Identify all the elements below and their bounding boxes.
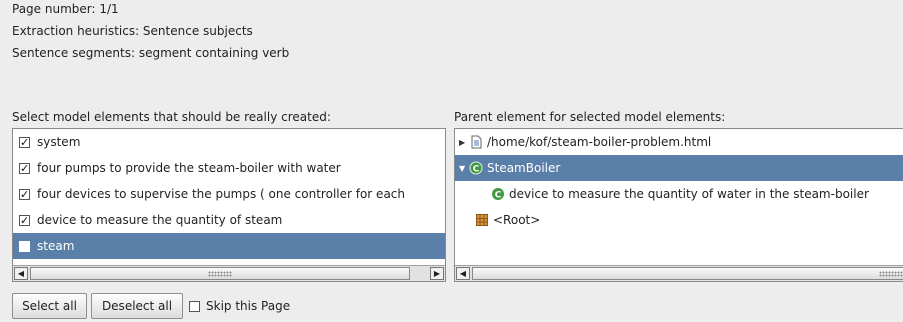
- skip-page-checkbox[interactable]: [189, 300, 200, 312]
- collapse-arrow-icon[interactable]: ▼: [459, 164, 469, 173]
- skip-page-label: Skip this Page: [206, 299, 291, 313]
- list-item-devices[interactable]: ✓ four devices to supervise the pumps ( …: [13, 181, 445, 207]
- checkbox-icon[interactable]: ✓: [19, 162, 30, 174]
- tree-item-label: device to measure the quantity of water …: [509, 187, 869, 201]
- right-horizontal-scrollbar[interactable]: ◀: [455, 265, 903, 281]
- scroll-left-icon[interactable]: ◀: [14, 267, 28, 280]
- list-item-steam[interactable]: steam: [13, 233, 445, 259]
- file-icon: [471, 135, 482, 149]
- tree-item-root[interactable]: <Root>: [455, 207, 903, 233]
- tree-item-label: /home/kof/steam-boiler-problem.html: [487, 135, 712, 149]
- package-icon: [476, 214, 488, 226]
- parent-element-label: Parent element for selected model elemen…: [454, 110, 726, 124]
- skip-page-toggle[interactable]: Skip this Page: [187, 293, 290, 319]
- parent-element-tree[interactable]: ▶ /home/kof/steam-boiler-problem.html ▼ …: [454, 128, 903, 282]
- class-icon: C: [492, 188, 504, 201]
- scroll-right-icon[interactable]: ▶: [430, 267, 444, 280]
- tree-item-html-file[interactable]: ▶ /home/kof/steam-boiler-problem.html: [455, 129, 903, 155]
- expand-arrow-icon[interactable]: ▶: [459, 138, 469, 147]
- checkbox-icon[interactable]: ✓: [19, 136, 30, 148]
- list-item-label: steam: [37, 239, 75, 253]
- heuristics-text: Extraction heuristics: Sentence subjects: [12, 24, 253, 38]
- scroll-left-icon[interactable]: ◀: [456, 267, 470, 280]
- list-item-label: system: [37, 135, 81, 149]
- list-item-system[interactable]: ✓ system: [13, 129, 445, 155]
- checkbox-icon[interactable]: ✓: [19, 188, 30, 200]
- class-icon: C: [469, 161, 483, 175]
- deselect-all-button[interactable]: Deselect all: [91, 293, 183, 319]
- tree-item-label: SteamBoiler: [487, 161, 561, 175]
- scrollbar-thumb[interactable]: [30, 267, 410, 280]
- tree-item-label: <Root>: [493, 213, 541, 227]
- list-item-label: device to measure the quantity of steam: [37, 213, 283, 227]
- list-item-pumps[interactable]: ✓ four pumps to provide the steam-boiler…: [13, 155, 445, 181]
- list-item-label: four devices to supervise the pumps ( on…: [37, 187, 405, 201]
- list-item-label: four pumps to provide the steam-boiler w…: [37, 161, 341, 175]
- list-item-steam-device[interactable]: ✓ device to measure the quantity of stea…: [13, 207, 445, 233]
- page-number-text: Page number: 1/1: [12, 2, 119, 16]
- checkbox-icon[interactable]: [19, 240, 30, 252]
- select-all-button[interactable]: Select all: [12, 293, 87, 319]
- svg-text:C: C: [473, 165, 480, 175]
- svg-text:C: C: [495, 191, 502, 201]
- model-elements-list[interactable]: ✓ system ✓ four pumps to provide the ste…: [12, 128, 446, 282]
- segments-text: Sentence segments: segment containing ve…: [12, 46, 290, 60]
- checkbox-icon[interactable]: ✓: [19, 214, 30, 226]
- scrollbar-thumb[interactable]: [472, 267, 903, 280]
- model-elements-label: Select model elements that should be rea…: [12, 110, 331, 124]
- tree-item-steamboiler[interactable]: ▼ C SteamBoiler: [455, 155, 903, 181]
- left-horizontal-scrollbar[interactable]: ◀ ▶: [13, 265, 445, 281]
- tree-item-water-device[interactable]: C device to measure the quantity of wate…: [455, 181, 903, 207]
